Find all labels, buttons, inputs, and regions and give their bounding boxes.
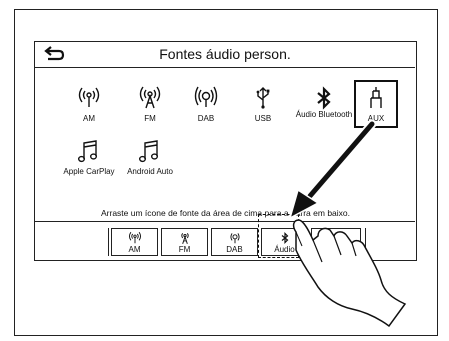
hand-pointer-icon <box>292 219 407 328</box>
drag-arrow-icon <box>288 119 377 220</box>
drag-gesture-overlay <box>288 119 407 328</box>
